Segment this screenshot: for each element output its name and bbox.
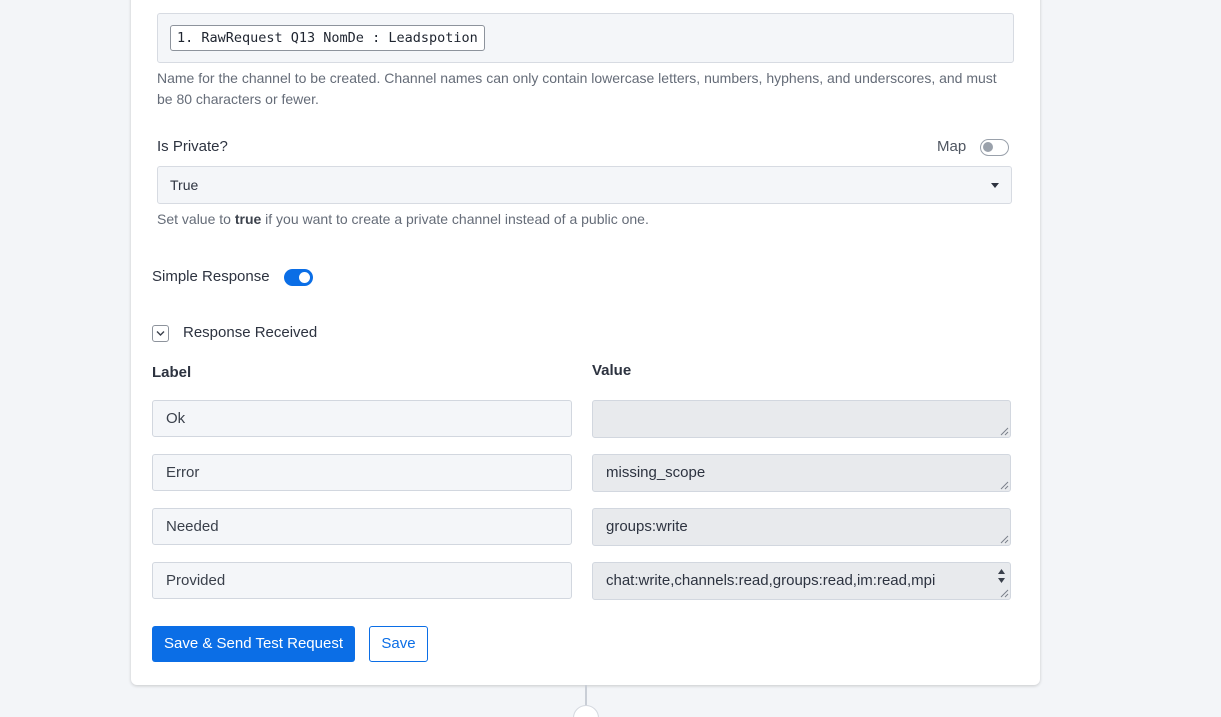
- resize-grip-icon[interactable]: [1000, 535, 1009, 544]
- step-connector: [585, 685, 587, 707]
- value-field[interactable]: [592, 400, 1011, 438]
- value-text: chat:write,channels:read,groups:read,im:…: [606, 572, 936, 589]
- label-field[interactable]: Needed: [152, 508, 572, 545]
- is-private-help: Set value to true if you want to create …: [157, 209, 997, 230]
- channel-name-help: Name for the channel to be created. Chan…: [157, 70, 997, 107]
- channel-name-field[interactable]: 1. RawRequest Q13 NomDe : Leadspotion: [157, 13, 1014, 63]
- map-toggle[interactable]: [980, 139, 1009, 156]
- selected-value: True: [170, 177, 199, 193]
- value-field[interactable]: groups:write: [592, 508, 1011, 546]
- caret-down-icon: [991, 183, 999, 188]
- label-column-header: Label: [152, 364, 192, 381]
- save-and-send-test-button[interactable]: Save & Send Test Request: [152, 626, 355, 662]
- response-received-title: Response Received: [183, 324, 318, 341]
- resize-grip-icon[interactable]: [1000, 481, 1009, 490]
- resize-grip-icon[interactable]: [1000, 589, 1009, 598]
- help-suffix: if you want to create a private channel …: [261, 211, 649, 227]
- help-prefix: Set value to: [157, 211, 235, 227]
- label-field[interactable]: Provided: [152, 562, 572, 599]
- value-text: missing_scope: [606, 464, 706, 481]
- toggle-knob: [299, 272, 310, 283]
- map-label: Map: [937, 138, 967, 155]
- label-field[interactable]: Ok: [152, 400, 572, 437]
- chevron-down-icon: [156, 331, 165, 336]
- label-field[interactable]: Error: [152, 454, 572, 491]
- help-bold: true: [234, 211, 262, 227]
- resize-grip-icon[interactable]: [1000, 427, 1009, 436]
- value-column-header: Value: [592, 362, 632, 379]
- is-private-select[interactable]: True: [157, 166, 1012, 204]
- simple-response-toggle[interactable]: [284, 269, 313, 286]
- value-field[interactable]: chat:write,channels:read,groups:read,im:…: [592, 562, 1011, 600]
- value-field[interactable]: missing_scope: [592, 454, 1011, 492]
- is-private-label: Is Private?: [157, 138, 228, 155]
- mapped-field-tag[interactable]: 1. RawRequest Q13 NomDe : Leadspotion: [170, 25, 485, 51]
- add-step-button[interactable]: [573, 705, 599, 717]
- toggle-knob: [983, 142, 993, 152]
- save-button[interactable]: Save: [369, 626, 428, 662]
- simple-response-label: Simple Response: [152, 268, 270, 285]
- value-text: groups:write: [606, 518, 688, 535]
- collapse-toggle[interactable]: [152, 325, 169, 342]
